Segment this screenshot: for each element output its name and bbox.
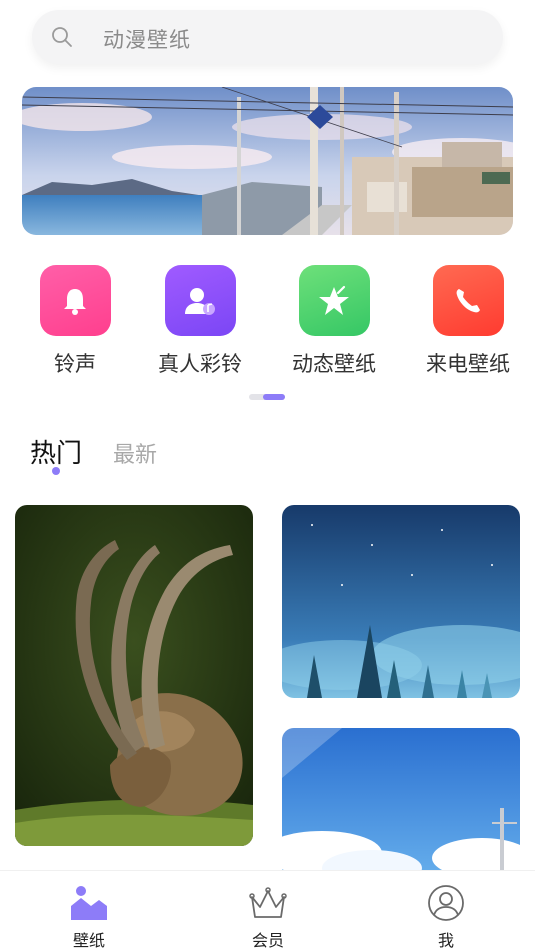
- search-placeholder: 动漫壁纸: [103, 28, 191, 52]
- nav-wallpaper[interactable]: 壁纸: [49, 883, 129, 951]
- category-live-wallpaper[interactable]: 动态壁纸: [279, 265, 389, 378]
- wallpaper-card[interactable]: [282, 505, 520, 698]
- nav-label: 壁纸: [72, 931, 105, 950]
- tab-latest[interactable]: 最新: [113, 437, 157, 469]
- nav-me[interactable]: 我: [406, 883, 486, 951]
- star-icon: [298, 265, 370, 336]
- banner-image[interactable]: [22, 87, 513, 235]
- category-ringtone[interactable]: 铃声: [20, 265, 130, 378]
- active-tab-dot: [52, 467, 60, 475]
- bottom-navigation: 壁纸 会员 我: [0, 870, 535, 951]
- category-label: 铃声: [54, 352, 96, 376]
- person-music-icon: [164, 265, 236, 336]
- crown-icon: [228, 883, 308, 923]
- wallpaper-card[interactable]: [15, 505, 253, 846]
- carousel-indicator-active: [263, 394, 285, 400]
- category-label: 真人彩铃: [158, 352, 242, 376]
- nav-membership[interactable]: 会员: [228, 883, 308, 951]
- search-icon: [52, 27, 72, 47]
- mountain-image-icon: [49, 883, 129, 923]
- wallpaper-card[interactable]: [282, 728, 520, 888]
- carousel-indicator: [249, 394, 285, 400]
- category-call-wallpaper[interactable]: 来电壁纸: [413, 265, 523, 378]
- nav-label: 我: [437, 931, 454, 950]
- nav-label: 会员: [251, 931, 284, 950]
- search-bar[interactable]: 动漫壁纸: [32, 10, 503, 64]
- tab-hot[interactable]: 热门: [30, 433, 82, 470]
- category-label: 来电壁纸: [426, 352, 510, 376]
- category-label: 动态壁纸: [292, 352, 376, 376]
- phone-icon: [432, 265, 504, 336]
- category-real-person-ringback[interactable]: 真人彩铃: [145, 265, 255, 378]
- bell-icon: [39, 265, 111, 336]
- user-icon: [406, 883, 486, 923]
